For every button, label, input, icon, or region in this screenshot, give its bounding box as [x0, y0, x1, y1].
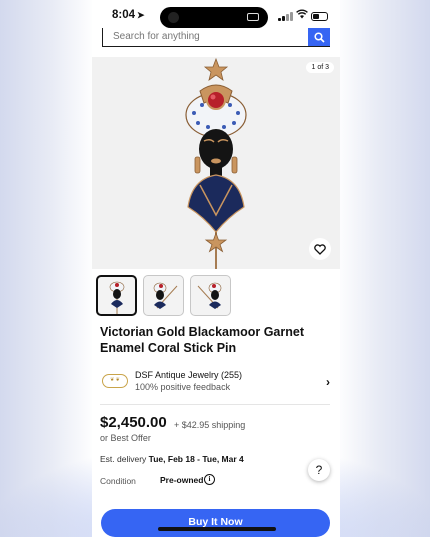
phone-screen: 8:04 ➤ Search for anything 1 of 3 Victor…: [92, 0, 340, 537]
price: $2,450.00: [100, 414, 167, 431]
best-offer-text: or Best Offer: [100, 433, 151, 443]
search-icon: [313, 31, 325, 43]
location-arrow-icon: ➤: [137, 10, 145, 20]
divider: [100, 404, 330, 405]
heart-icon: [314, 243, 326, 255]
listing-title: Victorian Gold Blackamoor Garnet Enamel …: [100, 325, 304, 355]
cellular-signal-icon: [278, 12, 293, 21]
seller-name: DSF Antique Jewelry (255): [135, 370, 243, 380]
camera-icon: [168, 12, 179, 23]
thumbnail-strip: [96, 275, 231, 316]
battery-icon: [311, 12, 328, 21]
dynamic-island: [160, 7, 268, 28]
seller-feedback: 100% positive feedback: [135, 382, 231, 392]
screen-mirroring-icon: [247, 13, 259, 21]
seller-info[interactable]: ❦ ❦ DSF Antique Jewelry (255) 100% posit…: [100, 368, 332, 400]
condition-value: Pre-owned: [160, 475, 204, 485]
seller-logo: ❦ ❦: [102, 374, 128, 388]
status-bar: 8:04 ➤: [92, 0, 340, 30]
search-button[interactable]: [308, 28, 330, 46]
search-bar[interactable]: Search for anything: [102, 28, 330, 47]
chevron-right-icon: ›: [326, 375, 330, 389]
delivery-label: Est. delivery: [100, 454, 147, 464]
condition-label: Condition: [100, 476, 136, 486]
thumbnail-2[interactable]: [143, 275, 184, 316]
thumbnail-3[interactable]: [190, 275, 231, 316]
search-input[interactable]: Search for anything: [103, 28, 308, 46]
info-icon[interactable]: i: [204, 474, 215, 485]
thumbnail-1[interactable]: [96, 275, 137, 316]
watchlist-button[interactable]: [309, 238, 331, 260]
wifi-icon: [296, 9, 308, 22]
stick-pin-image: [185, 57, 247, 269]
product-image[interactable]: 1 of 3: [92, 57, 340, 269]
help-button[interactable]: ?: [308, 459, 330, 481]
buy-it-now-button[interactable]: Buy It Now: [101, 509, 330, 537]
estimated-delivery: Est. delivery Tue, Feb 18 - Tue, Mar 4: [100, 454, 244, 464]
delivery-value: Tue, Feb 18 - Tue, Mar 4: [148, 454, 244, 464]
shipping-cost: + $42.95 shipping: [174, 420, 246, 430]
home-indicator: [158, 527, 276, 531]
status-time: 8:04 ➤: [112, 9, 145, 21]
question-mark-icon: ?: [315, 463, 323, 477]
image-counter: 1 of 3: [306, 62, 334, 73]
